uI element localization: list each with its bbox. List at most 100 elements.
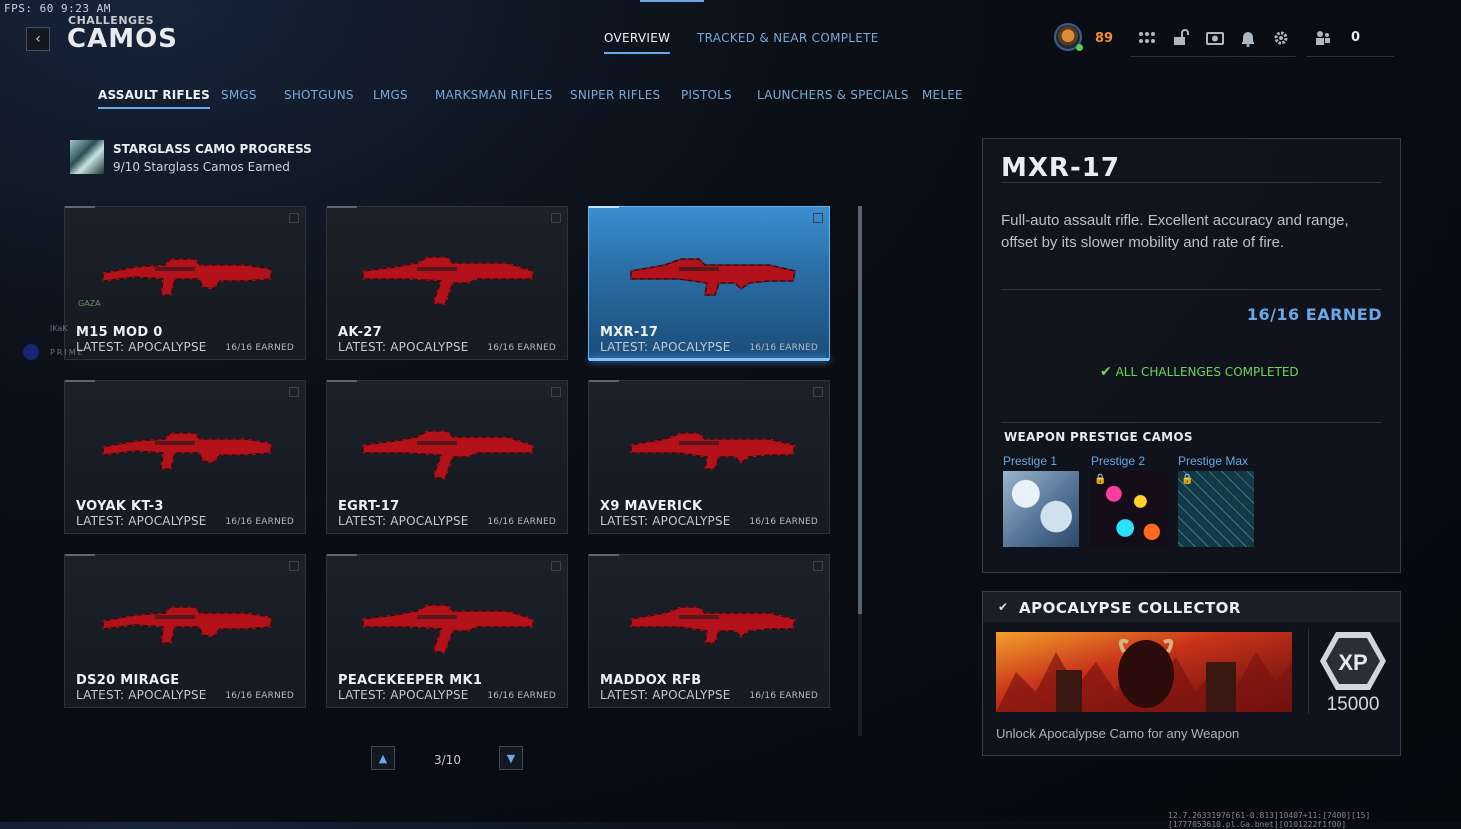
weapon-card[interactable]: EGRT-17 LATEST: APOCALYPSE 16/16 EARNED [326, 380, 568, 534]
card-topline [65, 380, 95, 382]
weapon-name: MXR-17 [600, 325, 659, 340]
weapon-latest-camo: LATEST: APOCALYPSE [76, 340, 207, 354]
chevron-up-icon: ▲ [378, 751, 388, 765]
weapon-earned-count: 16/16 EARNED [749, 691, 818, 701]
overlay-tag-gaza: GAZA [78, 299, 101, 308]
weapon-latest-camo: LATEST: APOCALYPSE [600, 340, 731, 354]
starglass-camo-icon [70, 140, 104, 174]
weapon-name: VOYAK KT-3 [76, 499, 164, 514]
friends-icon[interactable] [1313, 28, 1333, 48]
detail-weapon-description: Full-auto assault rifle. Excellent accur… [1001, 212, 1349, 251]
weapon-earned-count: 16/16 EARNED [749, 517, 818, 527]
weapon-card[interactable]: AK-27 LATEST: APOCALYPSE 16/16 EARNED [326, 206, 568, 360]
icons-underline [1130, 56, 1296, 57]
prestige-max-camo[interactable]: 🔒 [1178, 471, 1254, 547]
weapon-camo-image [630, 606, 796, 644]
chevron-left-icon: ‹ [35, 31, 41, 47]
category-lmgs[interactable]: LMGS [373, 88, 408, 102]
unlock-icon[interactable] [1171, 28, 1191, 48]
weapon-card[interactable]: DS20 MIRAGE LATEST: APOCALYPSE 16/16 EARNE… [64, 554, 306, 708]
detail-divider [1001, 289, 1381, 290]
card-corner-icon [289, 561, 299, 571]
category-assault-rifles[interactable]: ASSAULT RIFLES [98, 88, 210, 109]
page-down-button[interactable]: ▼ [499, 746, 523, 770]
weapon-card[interactable]: MADDOX RFB LATEST: APOCALYPSE 16/16 EARNED [588, 554, 830, 708]
weapon-camo-image [362, 256, 534, 306]
completion-status-text: ALL CHALLENGES COMPLETED [1115, 365, 1299, 379]
grid-icon[interactable] [1137, 28, 1157, 48]
friends-underline [1306, 56, 1394, 57]
all-challenges-completed: ✔ ALL CHALLENGES COMPLETED [1100, 364, 1299, 380]
category-smgs[interactable]: SMGS [221, 88, 257, 102]
bell-icon[interactable] [1238, 28, 1258, 48]
gear-icon[interactable] [1271, 28, 1291, 48]
card-topline [327, 554, 357, 556]
starglass-progress-subtitle: 9/10 Starglass Camos Earned [113, 160, 290, 174]
apocalypse-collector-artwork [996, 632, 1292, 712]
prestige-max-label: Prestige Max [1178, 454, 1249, 468]
chevron-down-icon: ▼ [506, 751, 516, 765]
card-corner-icon [551, 387, 561, 397]
category-marksman-rifles[interactable]: MARKSMAN RIFLES [435, 88, 552, 102]
weapon-name: X9 MAVERICK [600, 499, 703, 514]
weapon-camo-image [630, 258, 796, 296]
weapon-camo-image [362, 604, 534, 654]
weapon-card[interactable]: M15 MOD 0 LATEST: APOCALYPSE 16/16 EARNED [64, 206, 306, 360]
weapon-camo-image [102, 432, 272, 470]
card-corner-icon [289, 387, 299, 397]
page-up-button[interactable]: ▲ [371, 746, 395, 770]
category-melee[interactable]: MELEE [922, 88, 963, 102]
detail-weapon-name: MXR-17 [1001, 153, 1120, 183]
weapon-card[interactable]: MXR-17 LATEST: APOCALYPSE 16/16 EARNED [588, 206, 830, 361]
online-status-dot [1076, 44, 1083, 51]
card-corner-icon [551, 561, 561, 571]
prestige-1-camo[interactable] [1003, 471, 1079, 547]
card-topline [589, 206, 619, 208]
weapon-name: DS20 MIRAGE [76, 673, 180, 688]
grid-scrollbar-thumb[interactable] [858, 206, 862, 614]
category-pistols[interactable]: PISTOLS [681, 88, 732, 102]
weapon-card[interactable]: VOYAK KT-3 LATEST: APOCALYPSE 16/16 EARNED [64, 380, 306, 534]
check-icon: ✔ [998, 600, 1009, 614]
detail-earned-count: 16/16 EARNED [1246, 305, 1382, 324]
build-string: 12.7.26331976[61-0.813]10407+11:[7400][1… [1168, 811, 1371, 829]
weapon-latest-camo: LATEST: APOCALYPSE [338, 514, 469, 528]
weapon-latest-camo: LATEST: APOCALYPSE [600, 688, 731, 702]
weapon-name: PEACEKEEPER MK1 [338, 673, 483, 688]
category-launchers-specials[interactable]: LAUNCHERS & SPECIALS [757, 88, 909, 102]
card-topline [327, 206, 357, 208]
category-shotguns[interactable]: SHOTGUNS [284, 88, 354, 102]
prestige-2-camo[interactable]: 🔒 [1091, 471, 1167, 547]
back-button[interactable]: ‹ [26, 27, 50, 51]
category-sniper-rifles[interactable]: SNIPER RIFLES [570, 88, 660, 102]
weapon-latest-camo: LATEST: APOCALYPSE [76, 514, 207, 528]
card-topline [65, 206, 95, 208]
weapon-latest-camo: LATEST: APOCALYPSE [338, 688, 469, 702]
detail-divider [1001, 182, 1381, 183]
card-corner-icon [813, 213, 823, 223]
weapon-name: EGRT-17 [338, 499, 400, 514]
card-topline [589, 554, 619, 556]
card-corner-icon [813, 387, 823, 397]
starglass-progress-title: STARGLASS CAMO PROGRESS [113, 142, 312, 156]
weapon-earned-count: 16/16 EARNED [487, 691, 556, 701]
lock-icon: 🔒 [1181, 474, 1194, 485]
card-corner-icon [289, 213, 299, 223]
card-topline [327, 380, 357, 382]
collector-description: Unlock Apocalypse Camo for any Weapon [996, 726, 1240, 741]
friends-count: 0 [1351, 30, 1361, 45]
page-indicator: 3/10 [434, 753, 461, 767]
weapon-camo-image [362, 430, 534, 480]
weapon-camo-image [102, 258, 272, 296]
camera-icon[interactable] [1205, 28, 1225, 48]
tab-tracked-near-complete[interactable]: TRACKED & NEAR COMPLETE [697, 31, 879, 45]
weapon-camo-image [102, 606, 272, 644]
weapon-card[interactable]: PEACEKEEPER MK1 LATEST: APOCALYPSE 16/16 E… [326, 554, 568, 708]
weapon-earned-count: 16/16 EARNED [225, 343, 294, 353]
xp-reward-badge: XP [1318, 630, 1388, 692]
detail-divider [1001, 422, 1381, 423]
weapon-name: MADDOX RFB [600, 673, 702, 688]
weapon-card[interactable]: X9 MAVERICK LATEST: APOCALYPSE 16/16 EARNE… [588, 380, 830, 534]
tab-overview[interactable]: OVERVIEW [604, 31, 671, 54]
weapon-name: AK-27 [338, 325, 382, 340]
